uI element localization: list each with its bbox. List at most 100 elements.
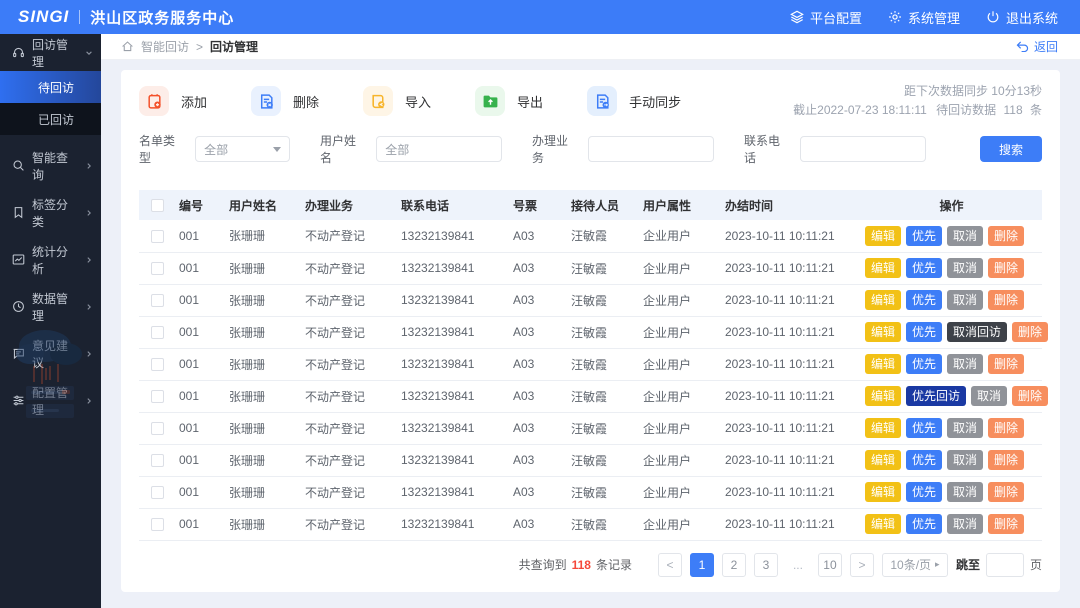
col-receptionist: 接待人员 (567, 190, 639, 220)
logout-menu[interactable]: 退出系统 (986, 8, 1058, 27)
priority-button[interactable]: 优先回访 (906, 386, 967, 406)
export-icon (475, 86, 506, 116)
page-button-2[interactable]: 2 (721, 552, 746, 577)
row-checkbox[interactable] (150, 229, 164, 243)
cloud-server-illustration (16, 330, 82, 418)
cancel-button[interactable]: 取消 (947, 514, 984, 534)
priority-button[interactable]: 优先 (906, 225, 943, 246)
sidebar-subitem-daihuifang[interactable]: 待回访 (0, 71, 101, 103)
sidebar-item-tongji-fenxi[interactable]: 统计分析 (0, 241, 101, 278)
cancel-button[interactable]: 取消回访 (947, 322, 1008, 342)
edit-button[interactable]: 编辑 (865, 322, 902, 342)
row-actions: 编辑 优先 取消 删除 (865, 225, 1038, 246)
cell-finish-time: 2023-10-11 10:11:21 (721, 220, 861, 253)
delete-row-button[interactable]: 删除 (988, 482, 1025, 502)
phone-input[interactable] (809, 142, 918, 156)
list-type-select[interactable]: 全部 (195, 136, 291, 162)
cell-user-type: 企业用户 (639, 316, 721, 349)
platform-config-menu[interactable]: 平台配置 (790, 8, 862, 27)
row-checkbox[interactable] (150, 326, 164, 340)
page-button-1[interactable]: 1 (689, 552, 714, 577)
delete-row-button[interactable]: 删除 (988, 354, 1025, 374)
menu-label: 系统管理 (907, 10, 960, 26)
select-all-checkbox[interactable] (150, 199, 164, 213)
cancel-button[interactable]: 取消 (947, 418, 984, 438)
edit-button[interactable]: 编辑 (865, 354, 902, 374)
priority-button[interactable]: 优先 (906, 514, 943, 534)
page-button-10[interactable]: 10 (817, 552, 842, 577)
sidebar-item-biaoqian-fenlei[interactable]: 标签分类 (0, 194, 101, 231)
sidebar-subitem-yihuifang[interactable]: 已回访 (0, 103, 101, 135)
system-manage-menu[interactable]: 系统管理 (888, 8, 960, 27)
row-checkbox[interactable] (150, 294, 164, 308)
table-row: 001 张珊珊 不动产登记 13232139841 A03 汪敏霞 企业用户 2… (139, 284, 1042, 317)
cancel-button[interactable]: 取消 (947, 482, 984, 502)
sidebar-item-huifang-guanli[interactable]: 回访管理 (0, 34, 101, 71)
search-button[interactable]: 搜索 (980, 136, 1042, 162)
add-button[interactable]: 添加 (139, 86, 207, 116)
next-page-button[interactable]: > (849, 552, 874, 577)
cancel-button[interactable]: 取消 (947, 258, 984, 278)
edit-button[interactable]: 编辑 (865, 386, 902, 406)
gear-icon (889, 11, 901, 23)
sync-cutoff-time: 截止2022-07-23 18:11:11 (793, 103, 927, 117)
priority-button[interactable]: 优先 (906, 482, 943, 502)
delete-button[interactable]: 删除 (251, 86, 319, 116)
priority-button[interactable]: 优先 (906, 290, 943, 310)
delete-row-button[interactable]: 删除 (1012, 386, 1049, 406)
cancel-button[interactable]: 取消 (947, 354, 984, 374)
edit-button[interactable]: 编辑 (865, 225, 902, 246)
edit-button[interactable]: 编辑 (865, 450, 902, 470)
page-size-select[interactable]: 10条/页 ▸ (881, 552, 948, 577)
delete-row-button[interactable]: 删除 (988, 418, 1025, 438)
manual-sync-button[interactable]: 手动同步 (587, 86, 681, 116)
business-input[interactable] (597, 142, 706, 156)
jump-page-input[interactable] (985, 552, 1024, 577)
breadcrumb-section[interactable]: 智能回访 (141, 38, 189, 55)
row-checkbox[interactable] (150, 262, 164, 276)
delete-row-button[interactable]: 删除 (988, 225, 1025, 246)
filter-label: 用户姓名 (320, 134, 357, 165)
cancel-button[interactable]: 取消 (947, 290, 984, 310)
cell-phone: 13232139841 (397, 284, 509, 317)
home-icon[interactable] (121, 40, 134, 53)
row-checkbox[interactable] (150, 358, 164, 372)
edit-button[interactable]: 编辑 (865, 418, 902, 438)
delete-row-button[interactable]: 删除 (1012, 322, 1049, 342)
delete-row-button[interactable]: 删除 (988, 514, 1025, 534)
cancel-button[interactable]: 取消 (971, 386, 1008, 406)
cancel-button[interactable]: 取消 (947, 450, 984, 470)
cell-name: 张珊珊 (225, 348, 301, 381)
cell-id: 001 (175, 316, 225, 349)
priority-button[interactable]: 优先 (906, 258, 943, 278)
cell-receptionist: 汪敏霞 (567, 220, 639, 253)
cancel-button[interactable]: 取消 (947, 225, 984, 246)
delete-row-button[interactable]: 删除 (988, 450, 1025, 470)
row-checkbox[interactable] (150, 518, 164, 532)
row-checkbox[interactable] (150, 454, 164, 468)
page-button-3[interactable]: 3 (753, 552, 778, 577)
breadcrumb-bar: 智能回访 > 回访管理 返回 (101, 34, 1080, 60)
import-button[interactable]: 导入 (363, 86, 431, 116)
export-button[interactable]: 导出 (475, 86, 543, 116)
delete-row-button[interactable]: 删除 (988, 258, 1025, 278)
back-button[interactable]: 返回 (1016, 38, 1058, 55)
row-checkbox[interactable] (150, 486, 164, 500)
row-checkbox[interactable] (150, 390, 164, 404)
user-name-input[interactable] (385, 142, 494, 156)
prev-page-button[interactable]: < (657, 552, 682, 577)
sidebar-item-zhineng-chaxun[interactable]: 智能查询 (0, 147, 101, 184)
row-checkbox[interactable] (150, 422, 164, 436)
priority-button[interactable]: 优先 (906, 354, 943, 374)
caret-right-icon: ▸ (935, 559, 940, 569)
delete-row-button[interactable]: 删除 (988, 290, 1025, 310)
priority-button[interactable]: 优先 (906, 418, 943, 438)
priority-button[interactable]: 优先 (906, 450, 943, 470)
edit-button[interactable]: 编辑 (865, 290, 902, 310)
col-actions: 操作 (861, 190, 1042, 220)
edit-button[interactable]: 编辑 (865, 258, 902, 278)
row-actions: 编辑 优先 取消 删除 (865, 258, 1038, 278)
edit-button[interactable]: 编辑 (865, 514, 902, 534)
edit-button[interactable]: 编辑 (865, 482, 902, 502)
priority-button[interactable]: 优先 (906, 322, 943, 342)
